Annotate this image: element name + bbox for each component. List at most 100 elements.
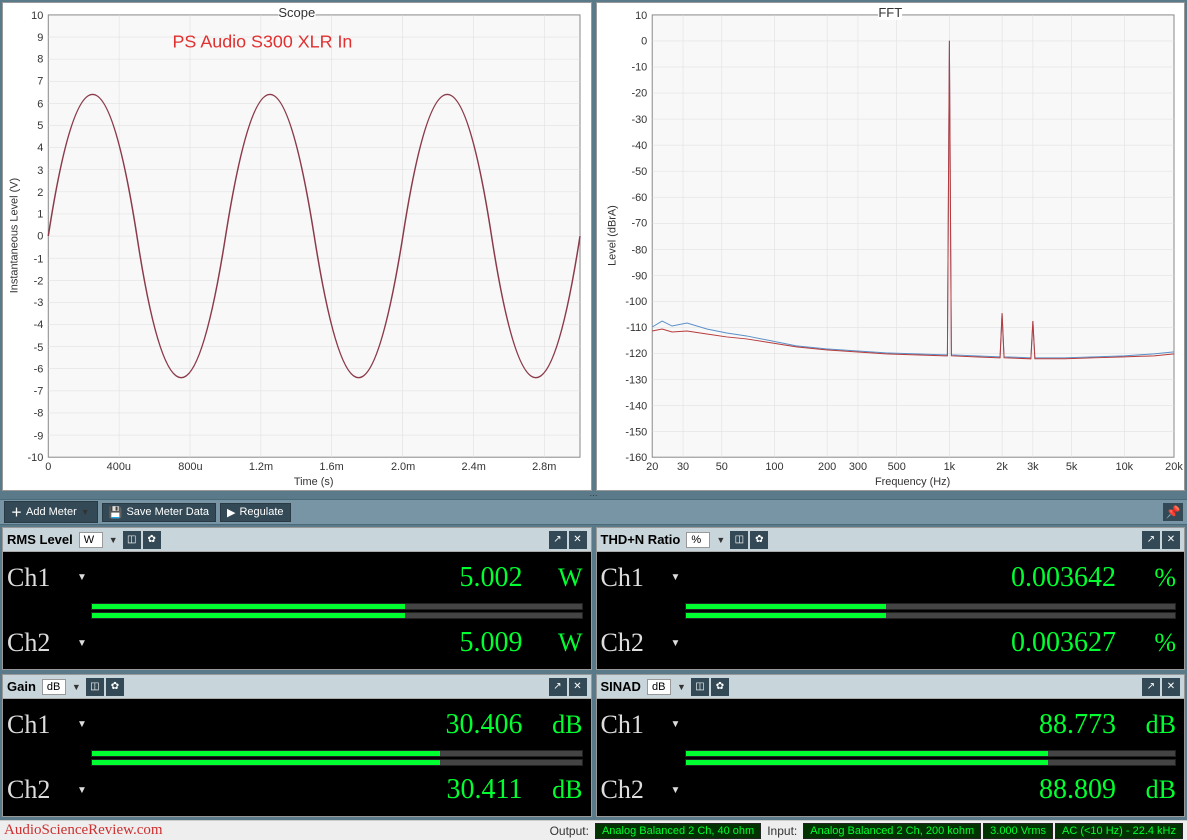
channel-value: 5.009 (89, 627, 523, 659)
svg-text:-90: -90 (631, 270, 647, 282)
chevron-down-icon[interactable]: ▼ (671, 785, 683, 796)
chevron-down-icon[interactable]: ▼ (671, 572, 683, 583)
svg-text:-60: -60 (631, 192, 647, 204)
svg-text:400u: 400u (107, 461, 131, 473)
channel-label: Ch2 (601, 628, 671, 658)
svg-text:-4: -4 (34, 319, 44, 331)
vrms-value[interactable]: 3.000 Vrms (983, 823, 1053, 839)
save-meter-button[interactable]: 💾Save Meter Data (102, 503, 216, 522)
channel-value: 0.003642 (683, 562, 1117, 594)
gear-icon[interactable]: ✿ (750, 531, 768, 549)
meter-panel: THD+N Ratio % ▼ ◫ ✿ ↗ ✕ Ch1 ▼ 0.003642 % (596, 527, 1186, 670)
svg-text:-50: -50 (631, 166, 647, 178)
meter-panel: SINAD dB ▼ ◫ ✿ ↗ ✕ Ch1 ▼ 88.773 dB (596, 674, 1186, 817)
chart-icon[interactable]: ◫ (691, 678, 709, 696)
svg-text:-5: -5 (34, 342, 44, 354)
close-icon[interactable]: ✕ (1162, 678, 1180, 696)
close-icon[interactable]: ✕ (569, 678, 587, 696)
popout-icon[interactable]: ↗ (549, 531, 567, 549)
close-icon[interactable]: ✕ (1162, 531, 1180, 549)
svg-text:50: 50 (715, 461, 727, 473)
chevron-down-icon[interactable]: ▼ (109, 535, 119, 545)
svg-text:-120: -120 (625, 348, 647, 360)
chevron-down-icon[interactable]: ▼ (716, 535, 726, 545)
bar-ch2 (685, 612, 1177, 619)
meter-title: THD+N Ratio (601, 532, 681, 547)
svg-text:-1: -1 (34, 253, 44, 265)
meter-title: Gain (7, 679, 36, 694)
svg-text:200: 200 (818, 461, 836, 473)
chevron-down-icon[interactable]: ▼ (77, 572, 89, 583)
bandwidth-value[interactable]: AC (<10 Hz) - 22.4 kHz (1055, 823, 1183, 839)
chevron-down-icon[interactable]: ▼ (77, 638, 89, 649)
meter-panel: Gain dB ▼ ◫ ✿ ↗ ✕ Ch1 ▼ 30.406 dB (2, 674, 592, 817)
meter-body: Ch1 ▼ 30.406 dB Ch2 ▼ 30.411 dB (3, 699, 591, 816)
channel-value: 0.003627 (683, 627, 1117, 659)
channel-value: 5.002 (89, 562, 523, 594)
scope-svg: 109876543210-1-2-3-4-5-6-7-8-9-10 0400u8… (3, 3, 591, 490)
svg-text:1.2m: 1.2m (249, 461, 273, 473)
popout-icon[interactable]: ↗ (1142, 678, 1160, 696)
channel-unit: dB (1116, 710, 1176, 740)
channel-unit: % (1116, 628, 1176, 658)
channel-label: Ch1 (601, 563, 671, 593)
svg-text:5: 5 (37, 120, 43, 132)
svg-text:Instantaneous Level (V): Instantaneous Level (V) (8, 178, 20, 293)
popout-icon[interactable]: ↗ (1142, 531, 1160, 549)
chevron-down-icon[interactable]: ▼ (671, 638, 683, 649)
svg-text:6: 6 (37, 98, 43, 110)
meter-unit-select[interactable]: dB (42, 679, 66, 695)
svg-text:7: 7 (37, 75, 43, 87)
svg-text:-6: -6 (34, 364, 44, 376)
svg-text:-130: -130 (625, 375, 647, 387)
chevron-down-icon[interactable]: ▼ (77, 785, 89, 796)
svg-text:-70: -70 (631, 218, 647, 230)
bar-ch2 (685, 759, 1177, 766)
fft-svg: 100-10-20-30-40-50-60-70-80-90-100-110-1… (597, 3, 1185, 490)
chevron-down-icon[interactable]: ▼ (677, 682, 687, 692)
meter-bars (601, 602, 1177, 620)
scope-title: Scope (278, 5, 315, 20)
meter-unit-select[interactable]: W (79, 532, 103, 548)
popout-icon[interactable]: ↗ (549, 678, 567, 696)
meter-unit-select[interactable]: % (686, 532, 710, 548)
svg-text:30: 30 (676, 461, 688, 473)
bar-ch1 (685, 603, 1177, 610)
channel-label: Ch2 (7, 775, 77, 805)
meter-unit-select[interactable]: dB (647, 679, 671, 695)
chevron-down-icon[interactable]: ▼ (671, 719, 683, 730)
channel-label: Ch2 (601, 775, 671, 805)
close-icon[interactable]: ✕ (569, 531, 587, 549)
bar-ch1 (685, 750, 1177, 757)
svg-text:-100: -100 (625, 296, 647, 308)
channel-value: 88.773 (683, 709, 1117, 741)
channel-value: 88.809 (683, 774, 1117, 806)
svg-text:1: 1 (37, 209, 43, 221)
gear-icon[interactable]: ✿ (143, 531, 161, 549)
svg-text:-110: -110 (626, 322, 647, 334)
channel-unit: W (523, 563, 583, 593)
svg-text:2: 2 (37, 187, 43, 199)
regulate-button[interactable]: ▶Regulate (220, 503, 291, 522)
svg-text:10k: 10k (1115, 461, 1133, 473)
svg-text:-40: -40 (631, 140, 647, 152)
chevron-down-icon[interactable]: ▼ (72, 682, 82, 692)
chart-icon[interactable]: ◫ (730, 531, 748, 549)
chevron-down-icon[interactable]: ▼ (77, 719, 89, 730)
input-value[interactable]: Analog Balanced 2 Ch, 200 kohm (803, 823, 981, 839)
chart-icon[interactable]: ◫ (86, 678, 104, 696)
svg-text:-7: -7 (34, 386, 44, 398)
chart-icon[interactable]: ◫ (123, 531, 141, 549)
svg-text:500: 500 (887, 461, 905, 473)
channel-unit: W (523, 628, 583, 658)
add-meter-button[interactable]: ＋Add Meter▼ (4, 501, 98, 523)
svg-text:-10: -10 (631, 62, 647, 74)
svg-text:-20: -20 (631, 87, 647, 99)
gear-icon[interactable]: ✿ (711, 678, 729, 696)
gear-icon[interactable]: ✿ (106, 678, 124, 696)
meter-toolbar: ＋Add Meter▼ 💾Save Meter Data ▶Regulate 📌 (0, 499, 1187, 525)
pin-button[interactable]: 📌 (1163, 503, 1183, 521)
output-label: Output: (546, 823, 593, 839)
output-value[interactable]: Analog Balanced 2 Ch, 40 ohm (595, 823, 761, 839)
channel-unit: dB (523, 710, 583, 740)
